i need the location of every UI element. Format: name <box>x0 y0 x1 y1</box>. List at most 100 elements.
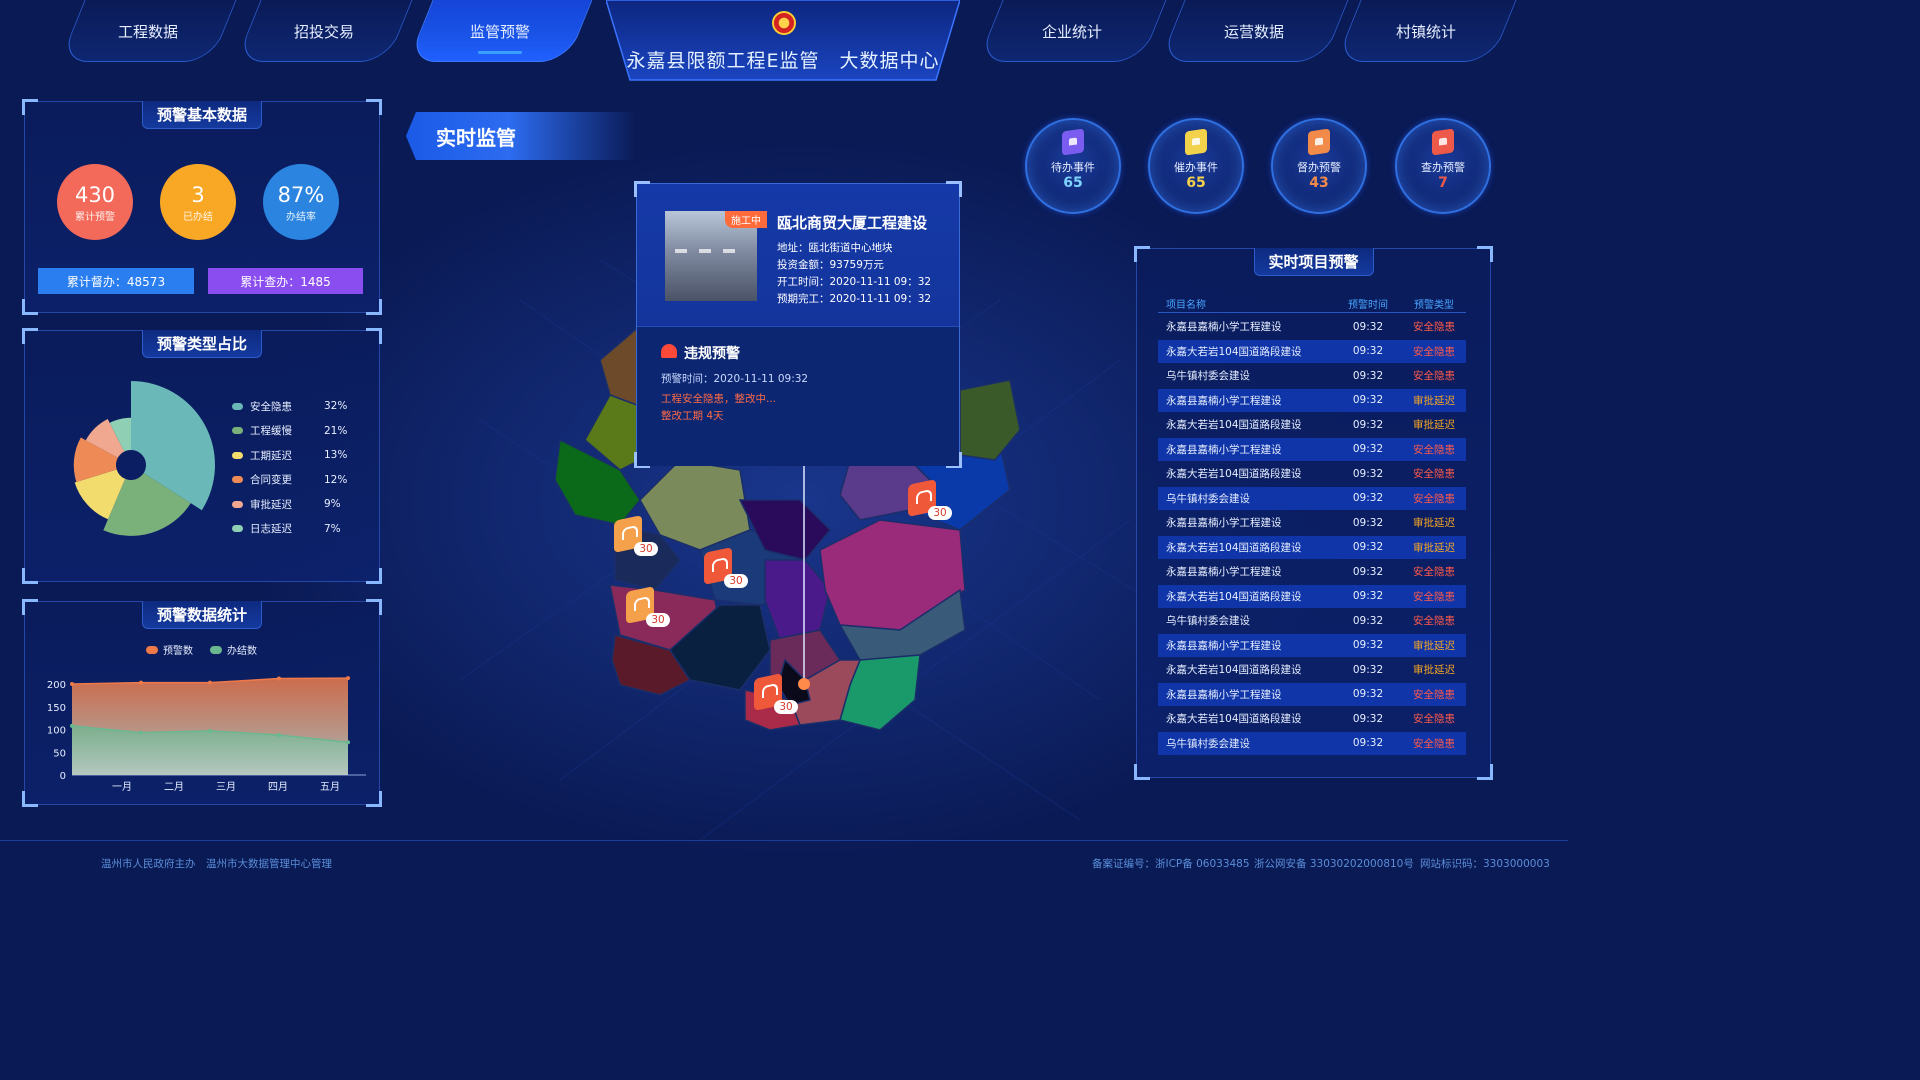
table-row[interactable]: 永嘉大若岩104国道路段建设 09:32 安全隐患 <box>1158 462 1466 485</box>
warning-marker[interactable]: 30 <box>704 547 748 588</box>
cell-type: 安全隐患 <box>1413 345 1455 358</box>
cell-type: 安全隐患 <box>1413 590 1455 603</box>
cell-project-name: 永嘉县嘉楠小学工程建设 <box>1166 394 1282 407</box>
legend-name: 合同变更 <box>250 474 292 486</box>
cell-time: 09:32 <box>1352 516 1384 529</box>
footer-icp[interactable]: 备案证编号：浙ICP备 06033485 <box>1092 856 1250 871</box>
legend-swatch <box>232 402 243 410</box>
data-point <box>208 680 212 685</box>
cell-project-name: 永嘉县嘉楠小学工程建设 <box>1166 517 1282 529</box>
stat-circle: 3 已办结 <box>160 164 236 240</box>
col-type: 预警类型 <box>1414 300 1454 311</box>
nav-tab-warning[interactable]: 监管预警 <box>420 0 580 62</box>
table-row[interactable]: 乌牛镇村委会建设 09:32 安全隐患 <box>1158 486 1466 510</box>
cell-project-name: 乌牛镇村委会建设 <box>1166 737 1250 750</box>
stat-label: 已办结 <box>183 211 213 223</box>
stat-circle: 430 累计预警 <box>57 164 133 240</box>
table-row[interactable]: 永嘉大若岩104国道路段建设 09:32 审批延迟 <box>1158 413 1466 436</box>
project-popup[interactable]: 施工中 瓯北商贸大厦工程建设 地址：瓯北街道中心地块 投资金额：93759万元 … <box>634 181 962 468</box>
legend-name: 审批延迟 <box>250 498 292 511</box>
nav-tab-enterprise[interactable]: 企业统计 <box>990 0 1154 62</box>
cell-type: 安全隐患 <box>1413 321 1455 333</box>
project-address: 地址：瓯北街道中心地块 <box>777 242 893 254</box>
y-tick-label: 50 <box>53 748 66 759</box>
project-start: 开工时间：2020-11-11 09：32 <box>777 276 932 288</box>
table-row[interactable]: 乌牛镇村委会建设 09:32 安全隐患 <box>1158 364 1466 387</box>
legend-item: 工期延迟 13% <box>232 447 347 463</box>
footer-manager: 温州市大数据管理中心管理 <box>206 858 332 870</box>
project-name: 瓯北商贸大厦工程建设 <box>777 214 928 232</box>
status-badge: 施工中 <box>725 211 767 228</box>
cell-type: 安全隐患 <box>1413 370 1455 382</box>
table-row[interactable]: 永嘉大若岩104国道路段建设 09:32 安全隐患 <box>1158 339 1466 363</box>
cell-project-name: 永嘉县嘉楠小学工程建设 <box>1166 443 1282 456</box>
data-point <box>70 682 74 686</box>
counter-circle[interactable]: 督办预警 43 <box>1271 118 1367 214</box>
cell-time: 09:32 <box>1352 492 1384 504</box>
site-header: 永嘉县限额工程E监管 大数据中心 <box>606 0 960 82</box>
table-row[interactable]: 永嘉县嘉楠小学工程建设 09:32 安全隐患 <box>1158 560 1466 583</box>
col-time: 预警时间 <box>1348 300 1388 311</box>
table-row[interactable]: 永嘉县嘉楠小学工程建设 09:32 审批延迟 <box>1158 388 1466 412</box>
data-point <box>70 723 74 728</box>
counter-icon <box>1185 128 1207 156</box>
cell-time: 09:32 <box>1352 418 1384 431</box>
data-point <box>139 730 143 735</box>
footer: 温州市人民政府主办 温州市大数据管理中心管理 备案证编号：浙ICP备 06033… <box>0 840 1568 882</box>
x-tick-label: 二月 <box>164 781 184 793</box>
counter-label: 待办事件 <box>1051 161 1095 174</box>
table-row[interactable]: 永嘉大若岩104国道路段建设 09:32 安全隐患 <box>1158 584 1466 608</box>
cell-time: 09:32 <box>1352 443 1384 455</box>
warning-marker[interactable]: 30 <box>614 515 658 556</box>
table-row[interactable]: 永嘉县嘉楠小学工程建设 09:32 安全隐患 <box>1158 315 1466 338</box>
cell-type: 安全隐患 <box>1413 737 1455 750</box>
y-tick-label: 150 <box>47 703 66 714</box>
counter-circle[interactable]: 待办事件 65 <box>1025 118 1121 214</box>
nav-tab-villages[interactable]: 村镇统计 <box>1348 0 1504 62</box>
total-inspect-bar: 累计查办：1485 <box>208 268 363 294</box>
total-supervise-bar: 累计督办：48573 <box>38 268 194 294</box>
table-row[interactable]: 永嘉县嘉楠小学工程建设 09:32 安全隐患 <box>1158 682 1466 706</box>
cell-time: 09:32 <box>1352 394 1384 406</box>
map-region <box>764 559 831 641</box>
cell-project-name: 乌牛镇村委会建设 <box>1166 370 1250 382</box>
alert-message: 工程安全隐患，整改中... <box>661 393 777 405</box>
table-row[interactable]: 永嘉县嘉楠小学工程建设 09:32 审批延迟 <box>1158 511 1466 534</box>
warning-marker[interactable]: 30 <box>626 586 670 627</box>
nav-tab-engineering[interactable]: 工程数据 <box>72 0 224 62</box>
footer-police[interactable]: 浙公网安备 33030202000810号 <box>1254 856 1414 871</box>
cell-project-name: 永嘉县嘉楠小学工程建设 <box>1166 321 1282 333</box>
warning-marker[interactable]: 30 <box>754 673 798 714</box>
nav-tab-bidding[interactable]: 招投交易 <box>248 0 400 62</box>
table-row[interactable]: 永嘉县嘉楠小学工程建设 09:32 安全隐患 <box>1158 437 1466 461</box>
legend-swatch <box>232 525 243 532</box>
cell-project-name: 永嘉大若岩104国道路段建设 <box>1166 541 1302 554</box>
nav-tab-operations[interactable]: 运营数据 <box>1172 0 1336 62</box>
project-investment: 投资金额：93759万元 <box>777 259 884 271</box>
stat-value: 3 <box>191 182 205 207</box>
table-row[interactable]: 永嘉大若岩104国道路段建设 09:32 审批延迟 <box>1158 658 1466 681</box>
table-row[interactable]: 乌牛镇村委会建设 09:32 安全隐患 <box>1158 731 1466 755</box>
counter-label: 督办预警 <box>1297 161 1341 174</box>
counter-label: 催办事件 <box>1174 161 1218 174</box>
legend-name: 日志延迟 <box>250 523 292 535</box>
warning-marker[interactable]: 30 <box>908 479 952 520</box>
stat-circle: 87% 办结率 <box>263 164 339 240</box>
legend-pct: 9% <box>324 498 341 510</box>
realtime-banner: 实时监管 <box>406 112 636 160</box>
cell-type: 安全隐患 <box>1413 566 1455 578</box>
table-row[interactable]: 永嘉大若岩104国道路段建设 09:32 安全隐患 <box>1158 707 1466 730</box>
panel-title: 实时项目预警 <box>1253 248 1374 276</box>
cell-time: 09:32 <box>1352 712 1384 725</box>
table-row[interactable]: 永嘉大若岩104国道路段建设 09:32 审批延迟 <box>1158 535 1466 559</box>
data-point <box>346 676 350 681</box>
table-row[interactable]: 乌牛镇村委会建设 09:32 安全隐患 <box>1158 609 1466 632</box>
cell-type: 安全隐患 <box>1413 688 1455 701</box>
counter-circle[interactable]: 查办预警 7 <box>1395 118 1491 214</box>
counter-circle[interactable]: 催办事件 65 <box>1148 118 1244 214</box>
table-row[interactable]: 永嘉县嘉楠小学工程建设 09:32 审批延迟 <box>1158 633 1466 657</box>
data-point <box>139 680 143 685</box>
cell-time: 09:32 <box>1352 541 1384 553</box>
site-title: 永嘉县限额工程E监管 大数据中心 <box>626 50 940 72</box>
x-tick-label: 三月 <box>216 781 236 793</box>
